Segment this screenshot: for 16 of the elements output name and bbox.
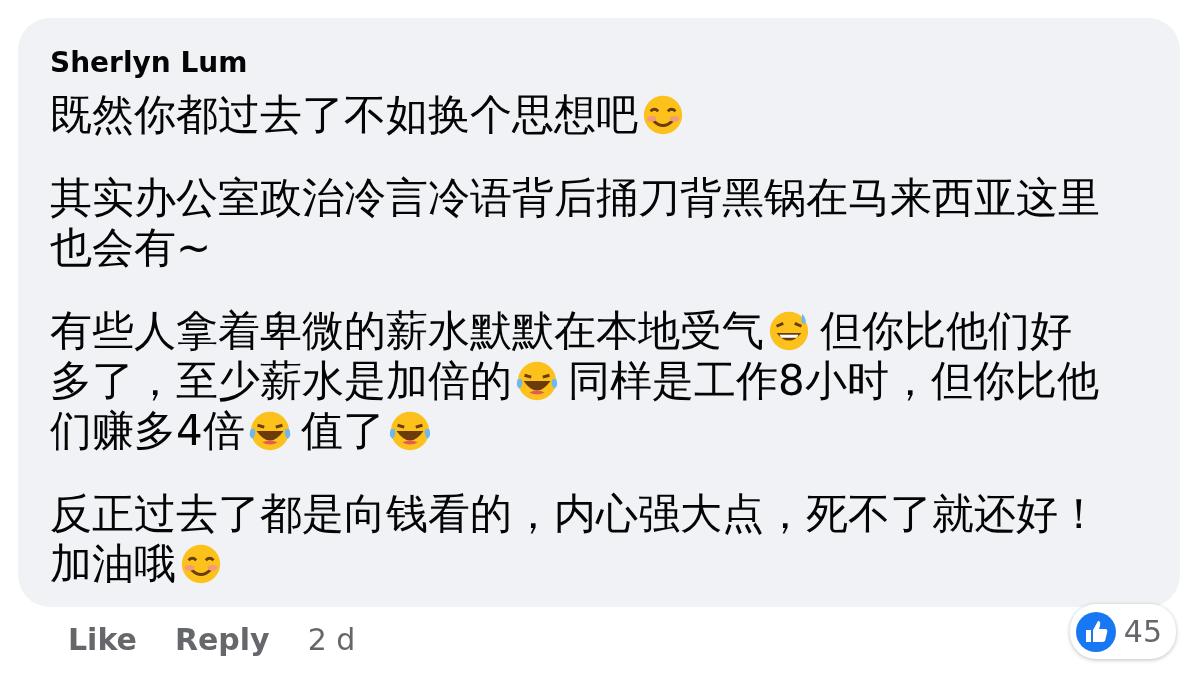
comment-text: 加油哦	[50, 538, 176, 589]
comment-text: 但你比他们好	[820, 305, 1072, 356]
action-link[interactable]: Like	[68, 616, 137, 662]
like-icon	[1075, 611, 1116, 652]
timestamp[interactable]: 2 d	[307, 616, 356, 662]
comment-text: 同样是工作8小时，但你比他	[568, 355, 1099, 406]
author-name[interactable]: Sherlyn Lum	[50, 46, 1150, 80]
action-link[interactable]: Reply	[174, 616, 270, 662]
comment-text: 其实办公室政治冷言冷语背后捅刀背黑锅在马来西亚这里	[50, 172, 1100, 223]
comment-text: 反正过去了都是向钱看的，内心强大点，死不了就还好！	[50, 488, 1100, 539]
comment-text: 有些人拿着卑微的薪水默默在本地受气	[50, 305, 764, 356]
comment-text: 们赚多4倍	[50, 405, 245, 456]
comment-text: 值了	[300, 405, 385, 456]
comment-text: 既然你都过去了不如换个思想吧	[50, 89, 638, 140]
comment-text: 多了，至少薪水是加倍的	[50, 355, 512, 406]
comment-text: 也会有~	[50, 222, 212, 273]
